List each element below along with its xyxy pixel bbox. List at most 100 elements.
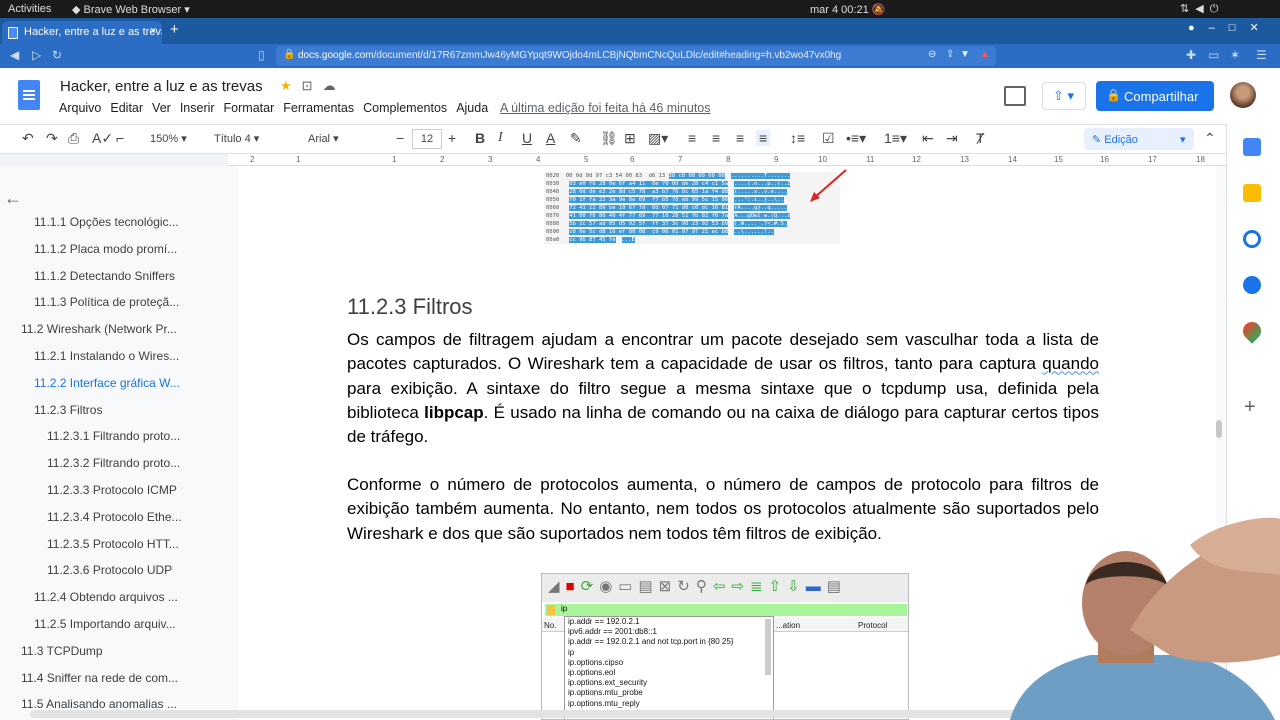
present-button[interactable]: ⇧ ▾	[1042, 82, 1086, 110]
share-url-icon[interactable]: ⇪	[946, 49, 954, 60]
outline-item[interactable]: 11.2.3.1 Filtrando proto...	[47, 429, 207, 443]
address-bar[interactable]: 🔒 docs.google.com/document/d/17R67zmmJw46…	[276, 46, 996, 66]
browser-menu-icon[interactable]: ☰	[1256, 48, 1267, 62]
contacts-icon[interactable]	[1243, 276, 1261, 294]
add-addon-icon[interactable]: +	[1244, 396, 1256, 419]
undo-icon[interactable]: ↶	[22, 130, 34, 147]
decrease-font-icon[interactable]: −	[396, 130, 404, 146]
extension-k-icon[interactable]: ✶	[1230, 48, 1240, 62]
menu-ferramentas[interactable]: Ferramentas	[283, 101, 354, 115]
close-outline-icon[interactable]: ←	[4, 188, 22, 209]
app-menu[interactable]: ◆ Brave Web Browser ▾	[72, 3, 190, 16]
link-icon[interactable]: ⛓	[600, 130, 618, 147]
tasks-icon[interactable]	[1243, 230, 1261, 248]
outline-item[interactable]: 11.3 TCPDump	[21, 644, 181, 658]
numbered-list-icon[interactable]: 1≡▾	[884, 130, 907, 147]
clock[interactable]: mar 4 00:21 🔕	[810, 3, 885, 16]
record-icon[interactable]: ●	[1188, 22, 1209, 34]
decrease-indent-icon[interactable]: ⇤	[922, 130, 934, 147]
reload-icon[interactable]: ↻	[52, 48, 62, 62]
checklist-icon[interactable]: ☑	[822, 130, 835, 147]
docs-logo-icon[interactable]	[18, 80, 40, 110]
calendar-icon[interactable]	[1243, 138, 1261, 156]
increase-font-icon[interactable]: +	[448, 130, 456, 146]
zoom-select[interactable]: 150% ▾	[150, 132, 187, 145]
new-tab-button[interactable]: +	[170, 21, 179, 38]
maximize-icon[interactable]: □	[1229, 22, 1250, 34]
horizontal-ruler[interactable]: 2 1 1 2 3 4 5 6 7 8 9 10 11 12 13 14 15 16 17 18	[228, 154, 1226, 166]
brave-rewards-icon[interactable]: ▲	[980, 49, 990, 60]
outline-item[interactable]: 11.2.4 Obtendo arquivos ...	[34, 590, 194, 604]
brave-shield-icon[interactable]: ▼	[960, 49, 970, 60]
outline-item[interactable]: 11.1.3 Política de proteçã...	[34, 295, 194, 309]
extensions-icon[interactable]: ✚	[1186, 48, 1196, 62]
outline-item[interactable]: 11.1.2 Placa modo promí...	[34, 242, 194, 256]
last-edit-link[interactable]: A última edição foi feita há 46 minutos	[500, 101, 711, 115]
system-tray[interactable]: ⇅◀⏻	[1180, 2, 1224, 16]
spellcheck-word[interactable]: quando	[1042, 354, 1099, 373]
outline-item[interactable]: 11.4 Sniffer na rede de com...	[21, 671, 181, 685]
align-center-icon[interactable]: ≡	[712, 130, 720, 146]
outline-item[interactable]: 11.2.2 Interface gráfica W...	[34, 376, 194, 390]
spellcheck-icon[interactable]: A✓	[92, 130, 113, 147]
paint-format-icon[interactable]: ⌐	[116, 130, 124, 146]
minimize-icon[interactable]: –	[1209, 22, 1229, 34]
tab-close-icon[interactable]: ×	[150, 25, 156, 37]
activities-button[interactable]: Activities	[8, 3, 51, 15]
collapse-menus-icon[interactable]: ⌃	[1204, 130, 1216, 147]
print-icon[interactable]: ⎙	[68, 130, 79, 147]
font-select[interactable]: Arial ▾	[308, 132, 339, 145]
menu-formatar[interactable]: Formatar	[224, 101, 275, 115]
maps-icon[interactable]	[1239, 318, 1265, 344]
menu-ver[interactable]: Ver	[152, 101, 171, 115]
outline-item[interactable]: 11.2.3.5 Protocolo HTT...	[47, 537, 207, 551]
line-spacing-icon[interactable]: ↕≡	[790, 130, 805, 146]
editing-mode-select[interactable]: ✎ Edição ▾	[1084, 128, 1194, 150]
outline-item[interactable]: 11.2.3 Filtros	[34, 403, 194, 417]
align-left-icon[interactable]: ≡	[688, 130, 696, 146]
image-icon[interactable]: ▨▾	[648, 130, 668, 147]
browser-tab[interactable]: Hacker, entre a luz e as trevas ×	[2, 21, 162, 44]
menu-editar[interactable]: Editar	[110, 101, 143, 115]
italic-icon[interactable]: I	[498, 130, 503, 146]
outline-item[interactable]: 11.2.1 Instalando o Wires...	[34, 349, 194, 363]
menu-arquivo[interactable]: Arquivo	[59, 101, 101, 115]
outline-item[interactable]: 11.2.3.6 Protocolo UDP	[47, 563, 207, 577]
underline-icon[interactable]: U	[522, 130, 532, 146]
bullet-list-icon[interactable]: •≡▾	[846, 130, 866, 147]
forward-icon[interactable]: ▷	[32, 48, 41, 62]
font-size-input[interactable]: 12	[412, 129, 442, 149]
zoom-icon[interactable]: ⊖	[928, 49, 936, 60]
comment-add-icon[interactable]: ⊞	[624, 130, 636, 147]
menu-complementos[interactable]: Complementos	[363, 101, 447, 115]
outline-item[interactable]: 11.1.1 Opções tecnológic...	[34, 215, 194, 229]
move-folder-icon[interactable]: ⊡	[302, 78, 323, 93]
align-right-icon[interactable]: ≡	[736, 130, 744, 146]
comments-icon[interactable]	[1004, 86, 1026, 106]
star-icon[interactable]: ★	[280, 78, 302, 93]
outline-item[interactable]: 11.2.3.2 Filtrando proto...	[47, 456, 207, 470]
bookmark-icon[interactable]: ▯	[258, 48, 265, 62]
clear-format-icon[interactable]: Ⱦ	[976, 130, 985, 146]
outline-item[interactable]: 11.2 Wireshark (Network Pr...	[21, 322, 181, 336]
wallet-icon[interactable]: ▭	[1208, 48, 1219, 62]
outline-item[interactable]: 11.2.3.3 Protocolo ICMP	[47, 483, 207, 497]
menu-ajuda[interactable]: Ajuda	[456, 101, 488, 115]
outline-item[interactable]: 11.2.5 Importando arquiv...	[34, 617, 194, 631]
increase-indent-icon[interactable]: ⇥	[946, 130, 958, 147]
share-button[interactable]: 🔒 Compartilhar	[1096, 81, 1214, 111]
justify-icon[interactable]: ≡	[756, 130, 771, 146]
outline-item[interactable]: 11.2.3.4 Protocolo Ethe...	[47, 510, 207, 524]
menu-inserir[interactable]: Inserir	[180, 101, 215, 115]
outline-item[interactable]: 11.1.2 Detectando Sniffers	[34, 269, 194, 283]
vertical-scrollbar[interactable]	[1216, 420, 1222, 438]
cloud-status-icon[interactable]: ☁	[323, 78, 346, 93]
highlight-icon[interactable]: ✎	[570, 130, 582, 147]
bold-icon[interactable]: B	[475, 130, 485, 146]
keep-icon[interactable]	[1243, 184, 1261, 202]
redo-icon[interactable]: ↷	[46, 130, 58, 147]
style-select[interactable]: Título 4 ▾	[214, 132, 259, 145]
back-icon[interactable]: ◀	[10, 48, 19, 62]
avatar[interactable]	[1230, 82, 1256, 108]
document-title[interactable]: Hacker, entre a luz e as trevas	[60, 78, 263, 95]
